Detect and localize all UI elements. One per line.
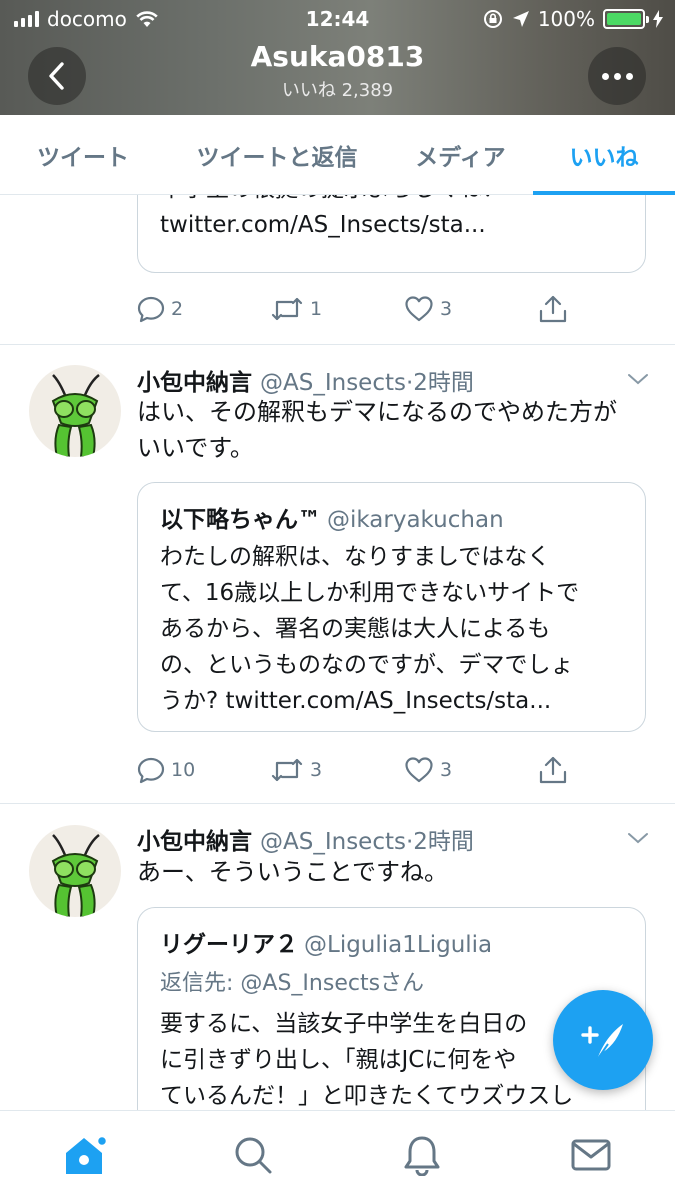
- quote-text-line: の、というものなのですが、デマでしょ: [160, 652, 574, 678]
- bottom-tab-bar: [0, 1110, 675, 1200]
- tab-tweets[interactable]: ツイート: [0, 115, 166, 195]
- battery-icon: [603, 9, 649, 29]
- like-count: 3: [440, 759, 453, 781]
- retweet-count: 3: [310, 759, 323, 781]
- quote-header: リグーリア２ @Ligulia1Ligulia: [160, 925, 492, 959]
- quote-text-line: に引きずり出し、「親はJCに何をや: [160, 1047, 517, 1073]
- tab-likes[interactable]: いいね: [533, 115, 675, 195]
- heart-icon: [405, 296, 433, 322]
- rotation-lock-icon: [483, 10, 502, 28]
- retweet-button[interactable]: 1: [270, 295, 322, 323]
- profile-title: Asuka0813: [250, 40, 425, 73]
- more-dots-icon: [601, 72, 633, 80]
- reply-count: 2: [171, 298, 184, 320]
- reply-button[interactable]: 10: [137, 756, 195, 784]
- status-bar: docomo 12:44 100%: [0, 0, 675, 38]
- like-button[interactable]: 3: [404, 295, 452, 323]
- tweet-header: 小包中納言 @AS_Insects·2時間: [137, 363, 474, 397]
- author-name[interactable]: 小包中納言: [137, 829, 252, 855]
- quote-author-handle: @ikaryakuchan: [327, 507, 504, 533]
- quote-header: 以下略ちゃん™ @ikaryakuchan: [160, 500, 504, 534]
- tweet-divider: [0, 803, 675, 804]
- tweet-text-line: はい、その解釈もデマになるのでやめた方が: [137, 398, 617, 426]
- quote-text-line: 中学生の根拠の提示よろしくね！: [160, 195, 505, 207]
- more-button[interactable]: [588, 47, 646, 105]
- quoted-tweet[interactable]: 以下略ちゃん™ @ikaryakuchan わたしの解釈は、なりすましではなく て…: [137, 482, 646, 732]
- mantis-avatar-icon: [51, 834, 100, 917]
- tweet-feed[interactable]: 中学生の根拠の提示よろしくね！ twitter.com/AS_Insects/s…: [0, 195, 675, 1110]
- quote-text-line: うか? twitter.com/AS_Insects/sta...: [160, 688, 552, 714]
- avatar[interactable]: [29, 365, 121, 457]
- bell-icon: [404, 1136, 440, 1176]
- mail-icon: [571, 1139, 611, 1171]
- profile-tabs: ツイート ツイートと返信 メディア いいね: [0, 115, 675, 195]
- quote-text-line: わたしの解釈は、なりすましではなく: [160, 544, 551, 570]
- tab-notifications[interactable]: [398, 1131, 446, 1179]
- quote-author-name: 以下略ちゃん™: [160, 507, 321, 533]
- share-button[interactable]: [538, 294, 568, 324]
- likes-count: いいね 2,389: [281, 80, 394, 101]
- profile-header: docomo 12:44 100% Asuka0813 いいね 2,389: [0, 0, 675, 115]
- share-button[interactable]: [538, 755, 568, 785]
- author-name[interactable]: 小包中納言: [137, 370, 252, 396]
- tweet-header: 小包中納言 @AS_Insects·2時間: [137, 822, 474, 856]
- quote-text-line: 要するに、当該女子中学生を白日の: [160, 1011, 528, 1037]
- tab-media[interactable]: メディア: [388, 115, 533, 195]
- tweet-text-line: いいです。: [137, 434, 254, 462]
- tab-home[interactable]: [61, 1131, 109, 1179]
- heart-icon: [405, 757, 433, 783]
- author-handle[interactable]: @AS_Insects: [260, 829, 406, 855]
- quoted-tweet[interactable]: 中学生の根拠の提示よろしくね！ twitter.com/AS_Insects/s…: [137, 195, 646, 273]
- compose-tweet-icon: [581, 1024, 623, 1061]
- tab-tweets-and-replies[interactable]: ツイートと返信: [166, 115, 388, 195]
- quote-author-handle: @Ligulia1Ligulia: [304, 932, 493, 958]
- share-icon: [539, 756, 567, 784]
- status-right: 100%: [482, 7, 663, 31]
- quote-author-name: リグーリア２: [160, 932, 298, 958]
- author-handle[interactable]: @AS_Insects: [260, 370, 406, 396]
- like-count: 3: [440, 298, 453, 320]
- retweet-icon: [271, 758, 303, 782]
- retweet-icon: [271, 297, 303, 321]
- reply-count: 10: [171, 759, 196, 781]
- tab-messages[interactable]: [567, 1131, 615, 1179]
- battery-percent: 100%: [537, 7, 595, 31]
- retweet-count: 1: [310, 298, 323, 320]
- share-icon: [539, 295, 567, 323]
- reply-button[interactable]: 2: [137, 295, 183, 323]
- avatar[interactable]: [29, 825, 121, 917]
- home-icon: [66, 1135, 108, 1174]
- like-button[interactable]: 3: [404, 756, 452, 784]
- tab-search[interactable]: [229, 1131, 277, 1179]
- reply-icon: [137, 757, 165, 784]
- tweet-text-line: あー、そういうことですね。: [137, 858, 449, 886]
- compose-tweet-button[interactable]: [553, 990, 653, 1090]
- quote-text-line: twitter.com/AS_Insects/sta...: [160, 212, 486, 238]
- retweet-button[interactable]: 3: [270, 756, 322, 784]
- quote-text-line: あるから、署名の実態は大人によるも: [160, 616, 551, 642]
- search-icon: [235, 1137, 272, 1174]
- quote-text-line: ているんだ！」と叩きたくてウズウスし: [160, 1083, 574, 1109]
- location-icon: [512, 11, 529, 27]
- quote-text-line: て、16歳以上しか利用できないサイトで: [160, 580, 580, 606]
- reply-icon: [137, 296, 165, 323]
- chevron-down-icon[interactable]: [626, 826, 650, 850]
- reply-to-label: 返信先: @AS_Insectsさん: [160, 971, 425, 996]
- mantis-avatar-icon: [51, 374, 100, 457]
- tweet-divider: [0, 344, 675, 345]
- tweet-time: ·2時間: [405, 370, 474, 396]
- charging-icon: [653, 10, 663, 28]
- chevron-down-icon[interactable]: [626, 367, 650, 391]
- tweet-time: ·2時間: [405, 829, 474, 855]
